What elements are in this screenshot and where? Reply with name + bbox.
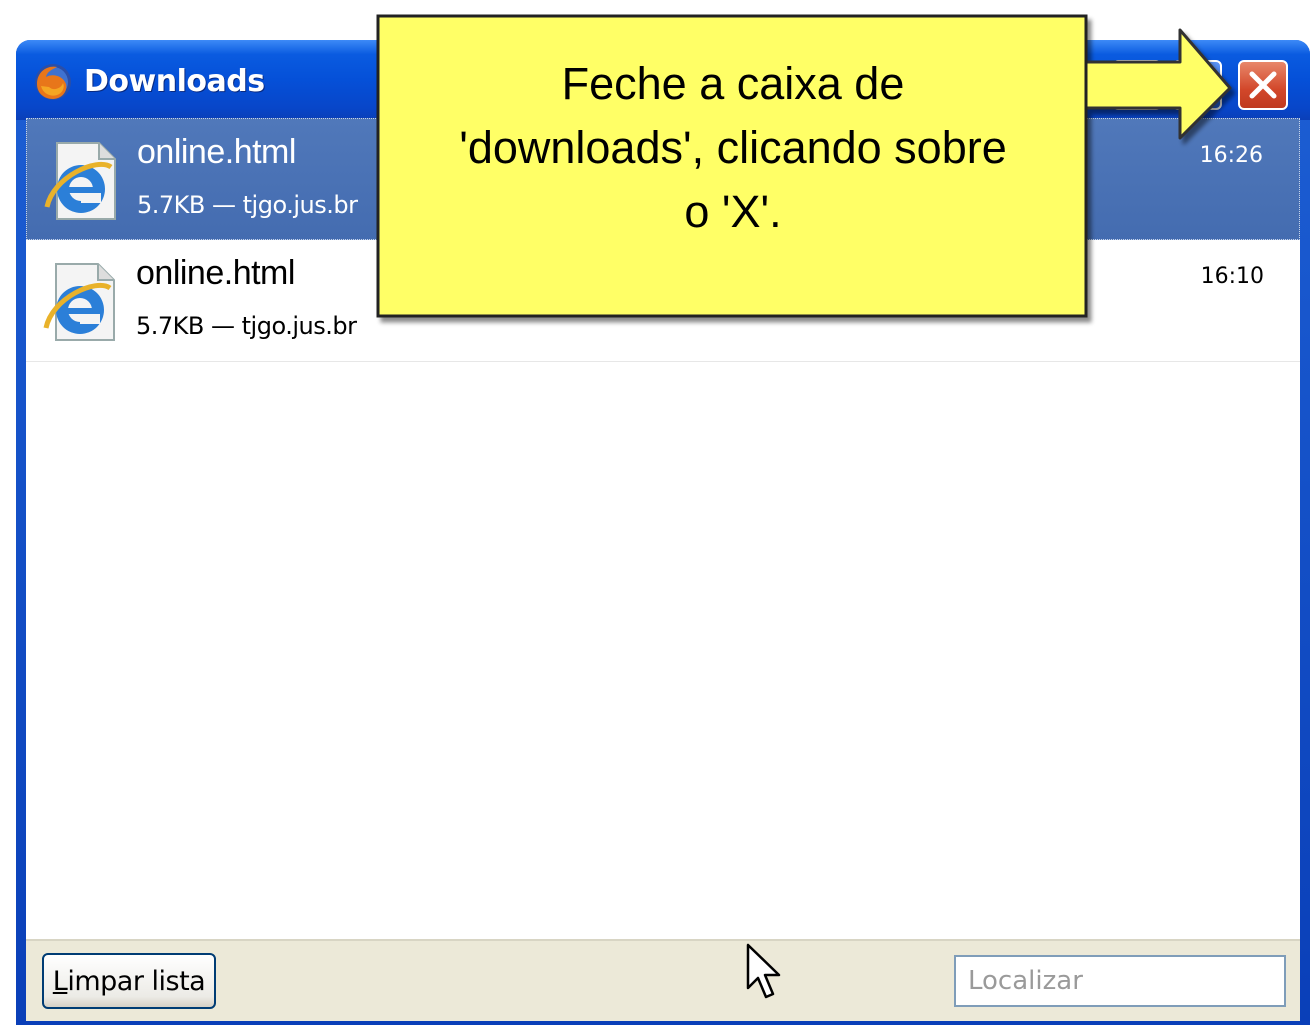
file-name: online.html	[136, 254, 295, 292]
downloads-toolbar: Limpar lista	[26, 939, 1300, 1021]
minimize-button[interactable]	[1112, 60, 1162, 110]
maximize-icon	[1182, 70, 1210, 98]
callout-line: 'downloads', clicando sobre	[459, 122, 1007, 173]
mouse-cursor-icon	[746, 943, 781, 999]
file-size-source: 5.7KB — tjgo.jus.br	[136, 312, 357, 340]
callout-text: Feche a caixa de 'downloads', clicando s…	[378, 52, 1088, 244]
download-time: 16:10	[1200, 264, 1264, 289]
window-title: Downloads	[84, 64, 265, 99]
maximize-button[interactable]	[1172, 60, 1222, 110]
firefox-icon	[35, 64, 71, 100]
minimize-icon	[1124, 92, 1138, 97]
download-time: 16:26	[1199, 143, 1263, 168]
search-input[interactable]	[954, 955, 1286, 1007]
internet-explorer-icon	[43, 263, 115, 341]
file-size-source: 5.7KB — tjgo.jus.br	[137, 191, 358, 219]
internet-explorer-icon	[44, 142, 116, 220]
clear-list-button[interactable]: Limpar lista	[42, 953, 216, 1009]
callout-line: Feche a caixa de	[561, 58, 905, 109]
clear-list-accesskey: L	[52, 965, 68, 997]
clear-list-label: impar lista	[67, 965, 206, 997]
close-button[interactable]	[1238, 60, 1288, 110]
close-icon	[1249, 71, 1277, 99]
callout-line: o 'X'.	[684, 186, 782, 237]
download-item[interactable]: online.html 5.7KB — tjgo.jus.br 16:10	[26, 240, 1300, 362]
downloads-list: online.html 5.7KB — tjgo.jus.br 16:26 on…	[26, 118, 1300, 1021]
file-name: online.html	[137, 133, 296, 171]
